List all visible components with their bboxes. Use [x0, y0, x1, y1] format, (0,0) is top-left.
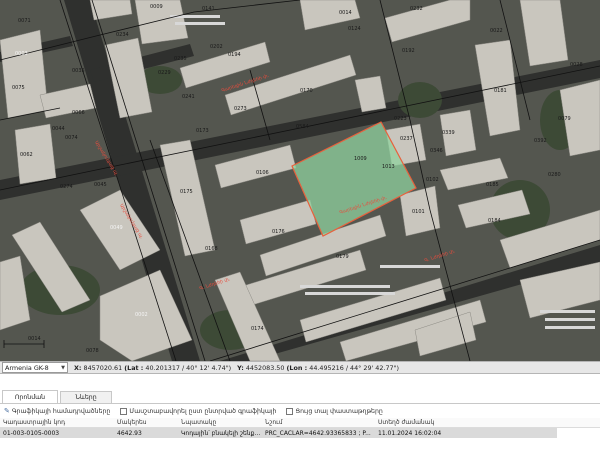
parcel-label: 0202 [210, 44, 223, 50]
parcel-label: 0173 [196, 128, 209, 134]
y-label: Y: [237, 363, 244, 372]
parcel-label: 0273 [234, 106, 247, 112]
parcel-label: 0022 [490, 28, 503, 34]
parcel-label: 0179 [336, 254, 349, 260]
parcel-label: 0071 [18, 18, 31, 24]
parcel-label: 1013 [382, 164, 395, 170]
parcel-label: 0235 [174, 56, 187, 62]
parcel-label: 0079 [558, 116, 571, 122]
parcel-label: 0009 [150, 4, 163, 10]
parcel-label: 0584 [296, 124, 309, 130]
parcel-label: 0241 [182, 94, 195, 100]
lat-label: (Lat : [124, 363, 144, 372]
info-panel: Որոնման Նևերը ✎ Գրաֆիկայի համադրվածները … [0, 374, 600, 461]
column-header[interactable]: Նպատակը [181, 419, 265, 426]
parcel-label: 0392 [534, 138, 547, 144]
parcel-label: 0181 [494, 88, 507, 94]
tab-layers[interactable]: Նևերը [60, 391, 112, 403]
parcel-label: 0237 [400, 136, 413, 142]
panel-tabs: Որոնման Նևերը [0, 390, 600, 404]
parcel-label: 0102 [426, 177, 439, 183]
tab-label: Նևերը [75, 394, 97, 401]
parcel-label: 0170 [300, 88, 313, 94]
coordinate-bar: Armenia GK-8 ▼ X: 8457020.61 (Lat : 40.2… [0, 361, 600, 374]
parcel-label: 0175 [180, 189, 193, 195]
parcel-label: 0035 [72, 68, 85, 74]
note-cell: PRC_CACLAR=4642.93365833 ; P... [265, 429, 371, 437]
parcel-label: 0184 [488, 218, 501, 224]
map-canvas[interactable]: Գարեգին Նժդեհի փ. Գարեգին Նժդեհի փ. Արշա… [0, 0, 600, 361]
parcel-label: 0232 [410, 6, 423, 12]
parcel-label: 0274 [60, 184, 73, 190]
parcel-label: 0106 [256, 170, 269, 176]
column-header[interactable]: Կադաստրային կոդ [3, 419, 117, 426]
area-cell: 4642.93 [117, 429, 142, 437]
parcel-label: 0346 [430, 148, 443, 154]
panel-spacer [0, 374, 600, 391]
parcel-label: 0234 [116, 32, 129, 38]
purpose-cell: Կոդային՝ բնակելի շենքեր [181, 429, 262, 437]
parcel-label: 0002 [135, 312, 148, 318]
parcel-label: 0075 [12, 85, 25, 91]
zoom-to-selection-checkbox[interactable] [120, 407, 128, 415]
aerial-map[interactable]: Գարեգին Նժդեհի փ. Գարեգին Նժդեհի փ. Արշա… [0, 0, 600, 361]
parcel-label: 0223 [394, 116, 407, 122]
edit-graphics-button[interactable]: ✎ Գրաֆիկայի համադրվածները [4, 407, 110, 415]
parcel-label: 0229 [158, 70, 171, 76]
parcel-label: 0192 [402, 48, 415, 54]
parcel-label: 0049 [110, 225, 123, 231]
lon-value: 44.495216 / 44° 29' 42.77") [309, 363, 400, 372]
x-coordinate: X: 8457020.61 (Lat : 40.201317 / 40° 12'… [74, 364, 231, 372]
parcel-label: 0174 [251, 326, 264, 332]
parcel-label: 0185 [486, 182, 499, 188]
zoom-to-selection-option[interactable]: Մասշտաբավորել ըստ ընտրված գրաֆիկայի [120, 407, 277, 415]
parcel-label: 0141 [202, 6, 215, 12]
y-coordinate: Y: 4452083.50 (Lon : 44.495216 / 44° 29'… [237, 364, 399, 372]
parcel-label: 0339 [442, 130, 455, 136]
cadastral-code-cell: 01-003-0105-0003 [3, 429, 60, 437]
zoom-to-selection-label: Մասշտաբավորել ըստ ընտրված գրաֆիկայի [129, 407, 277, 415]
column-header[interactable]: Նշում [265, 419, 378, 426]
parcel-label: 0101 [412, 209, 425, 215]
parcel-label: 0124 [348, 26, 361, 32]
parcel-label: 0045 [94, 182, 107, 188]
parcel-label: 0003 [15, 51, 28, 57]
show-documents-checkbox[interactable] [286, 407, 294, 415]
parcel-label: 0028 [570, 62, 583, 68]
show-documents-label: Ցույց տալ փաստաթղթերը [295, 407, 383, 415]
y-value: 4452083.50 [245, 363, 285, 372]
x-value: 8457020.61 [83, 363, 123, 372]
parcel-label: 0062 [20, 152, 33, 158]
edit-graphics-label: Գրաֆիկայի համադրվածները [11, 407, 111, 415]
parcel-label: 0176 [272, 229, 285, 235]
parcel-label: 0078 [86, 348, 99, 354]
parcel-label: 0074 [65, 135, 78, 141]
column-header[interactable]: Մակերես [117, 419, 181, 426]
show-documents-option[interactable]: Ցույց տալ փաստաթղթերը [286, 407, 383, 415]
column-header[interactable]: Ստեղծ ժամանակ [378, 419, 482, 426]
parcel-label: 0168 [205, 246, 218, 252]
parcel-label: 0014 [339, 10, 352, 16]
parcel-label: 1009 [354, 156, 367, 162]
chevron-down-icon: ▼ [61, 364, 65, 371]
parcel-label: 0066 [72, 110, 85, 116]
pencil-icon: ✎ [4, 407, 10, 415]
tab-label: Որոնման [14, 393, 46, 401]
results-table-header: Կադաստրային կոդ Մակերես Նպատակը Նշում Ստ… [0, 418, 600, 428]
parcel-label: 0194 [228, 52, 241, 58]
crs-select[interactable]: Armenia GK-8 ▼ [2, 362, 68, 373]
created-time-cell: 11.01.2024 16:02:04 [378, 429, 442, 437]
parcel-label: 0014 [28, 336, 41, 342]
table-row[interactable]: 01-003-0105-0003 4642.93 Կոդային՝ բնակել… [0, 428, 557, 438]
crs-value: Armenia GK-8 [5, 363, 49, 372]
lon-label: (Lon : [286, 363, 308, 372]
parcel-label: 0044 [52, 126, 65, 132]
x-label: X: [74, 363, 82, 372]
tab-search[interactable]: Որոնման [2, 390, 58, 403]
parcel-label: 0280 [548, 172, 561, 178]
lat-value: 40.201317 / 40° 12' 4.74") [145, 363, 232, 372]
panel-toolbar: ✎ Գրաֆիկայի համադրվածները Մասշտաբավորել … [0, 404, 600, 418]
